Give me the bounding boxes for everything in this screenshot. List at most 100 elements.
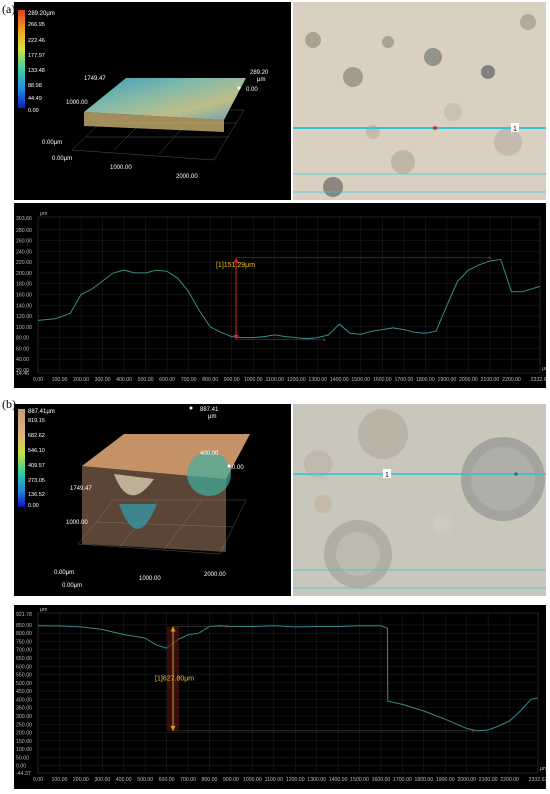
profile-marker: × <box>471 729 475 735</box>
y-tick-label: 150.00 <box>16 739 32 745</box>
x-tick-label: 200.00 <box>73 377 89 383</box>
x-tick-label: 1700.00 <box>393 777 412 783</box>
y-tick-label: 100.00 <box>16 325 32 331</box>
scan-point-a <box>433 126 437 130</box>
colorbar-tick: 222.46 <box>28 38 45 44</box>
colorbar-max-b: 887.41μm <box>28 409 55 415</box>
surface-3d-svg-a: 289.20μm 266.95 222.46 177.97 133.48 88.… <box>18 10 269 180</box>
x-tick-label: 200.00 <box>73 777 89 783</box>
surface-mid-value-b: 400.00 <box>200 451 219 457</box>
x-tick-label: 700.00 <box>181 377 197 383</box>
colorbar-tick: 88.98 <box>28 83 42 89</box>
x-tick-label: 2332.63 <box>531 377 546 383</box>
y-tick-label: 800.00 <box>16 631 32 637</box>
y-tick-label: 200.00 <box>16 271 32 277</box>
y-tick-label: 40.00 <box>16 357 29 363</box>
y-tick-label: 400.00 <box>16 697 32 703</box>
colorbar-ticks-b: 819.15 682.62 546.10 409.57 273.05 136.5… <box>28 418 45 509</box>
x-tick-label: 1800.00 <box>414 777 433 783</box>
surface-y-mid-b: 1000.00 <box>66 520 88 526</box>
x-tick-label: 400.00 <box>116 377 132 383</box>
profile-marker: × <box>322 338 326 344</box>
profile-chart-a: 303.66 μm 280.00 260.00 240.00 220.00 200.00 18… <box>14 203 549 388</box>
y-tick-label: 250.00 <box>16 722 32 728</box>
y-tick-label: 350.00 <box>16 706 32 712</box>
y-tick-label: 850.00 <box>16 623 32 629</box>
y-tick-label: 80.00 <box>16 336 29 342</box>
profile-marker: × <box>225 625 229 631</box>
x-tick-label: 1200.00 <box>286 777 305 783</box>
y-tick-label: 300.00 <box>16 714 32 720</box>
surface-y-depth-b: 1749.47 <box>70 486 92 492</box>
marker-label-a: 1 <box>513 126 517 133</box>
surface-x-mid-b: 1000.00 <box>139 576 161 582</box>
surface-x-end-b: 2000.00 <box>204 572 226 578</box>
colorbar-max-a: 289.20μm <box>28 11 55 17</box>
y-top-label: 921.78 <box>16 612 32 618</box>
colorbar-tick: 0.00 <box>28 503 39 509</box>
measure-label: [1]151.29μm <box>216 262 255 269</box>
y-tick-label: 160.00 <box>16 292 32 298</box>
micrograph-svg-a: 1 <box>293 2 546 200</box>
x-tick-label: 1700.00 <box>394 377 413 383</box>
surface-3d-svg-b: 887.41μm 819.15 682.62 546.10 409.57 273… <box>18 406 250 589</box>
x-tick-label: 1100.00 <box>266 377 284 383</box>
surface-top-value-a: 289.20 <box>250 70 269 76</box>
x-tick-label: 900.00 <box>224 377 240 383</box>
x-tick-label: 1400.00 <box>330 377 349 383</box>
colorbar-tick: 0.00 <box>28 108 39 114</box>
surface-z-origin-a: 0.00μm <box>42 140 62 146</box>
y-tick-label: 650.00 <box>16 656 32 662</box>
legend-dot-b <box>189 406 193 410</box>
surface-y-depth-a: 1749.47 <box>84 76 106 82</box>
colorbar-tick: 409.57 <box>28 463 45 469</box>
x-tick-label: 2332.63 <box>529 777 546 783</box>
y-tick-label: 140.00 <box>16 303 32 309</box>
x-tick-label: 1000.00 <box>243 777 262 783</box>
y-tick-label: 450.00 <box>16 689 32 695</box>
y-bottom-label: 14.46 <box>16 371 29 377</box>
surface-x-origin-b: 0.00μm <box>62 583 82 589</box>
x-tick-label: 400.00 <box>116 777 132 783</box>
x-tick-label: 100.00 <box>51 777 67 783</box>
x-tick-label: 1600.00 <box>373 377 392 383</box>
y-tick-label: 260.00 <box>16 239 32 245</box>
x-tick-label: 1300.00 <box>307 777 326 783</box>
x-tick-label: 2000.00 <box>457 777 476 783</box>
surface-top-value-b: 887.41 <box>200 407 219 413</box>
colorbar-tick: 682.62 <box>28 433 45 439</box>
surface-x-origin-a: 0.00μm <box>52 156 72 162</box>
surface-top-unit-b: μm <box>208 414 216 420</box>
colorbar-b <box>18 409 25 507</box>
x-tick-label: 1100.00 <box>265 777 283 783</box>
profile-chart-svg-b: 921.78 μm 850.00 800.00 750.00 700.00 650.00 60… <box>16 607 547 783</box>
x-unit-label: μm <box>542 366 546 372</box>
profile-chart-b: 921.78 μm 850.00 800.00 750.00 700.00 650.00 60… <box>14 605 547 789</box>
y-tick-label: 60.00 <box>16 346 29 352</box>
y-tick-label: 120.00 <box>16 314 32 320</box>
legend-dot-a <box>237 86 241 90</box>
x-tick-label: 600.00 <box>159 777 175 783</box>
x-tick-label: 1300.00 <box>308 377 327 383</box>
y-tick-label: 600.00 <box>16 664 32 670</box>
y-tick-label: 750.00 <box>16 639 32 645</box>
x-tick-label: 500.00 <box>138 377 154 383</box>
profile-chart-svg-a: 303.66 μm 280.00 260.00 240.00 220.00 200.00 18… <box>16 211 549 383</box>
colorbar-tick: 546.10 <box>28 448 45 454</box>
x-tick-label: 500.00 <box>137 777 153 783</box>
scan-point-b <box>514 472 518 476</box>
surface-y-mid-a: 1000.00 <box>66 100 88 106</box>
x-tick-label: 1200.00 <box>287 377 306 383</box>
x-tick-label: 900.00 <box>223 777 239 783</box>
y-top-label: 303.66 <box>16 216 32 222</box>
y-tick-label: 700.00 <box>16 648 32 654</box>
y-tick-label: 240.00 <box>16 249 32 255</box>
y-unit-label: μm <box>40 607 47 613</box>
colorbar-tick: 136.52 <box>28 492 45 498</box>
x-tick-label: 800.00 <box>202 777 218 783</box>
colorbar-tick: 266.95 <box>28 22 45 28</box>
colorbar-tick: 44.49 <box>28 96 42 102</box>
x-tick-label: 600.00 <box>159 377 175 383</box>
x-tick-label: 2200.00 <box>500 777 519 783</box>
y-unit-label: μm <box>40 211 47 217</box>
